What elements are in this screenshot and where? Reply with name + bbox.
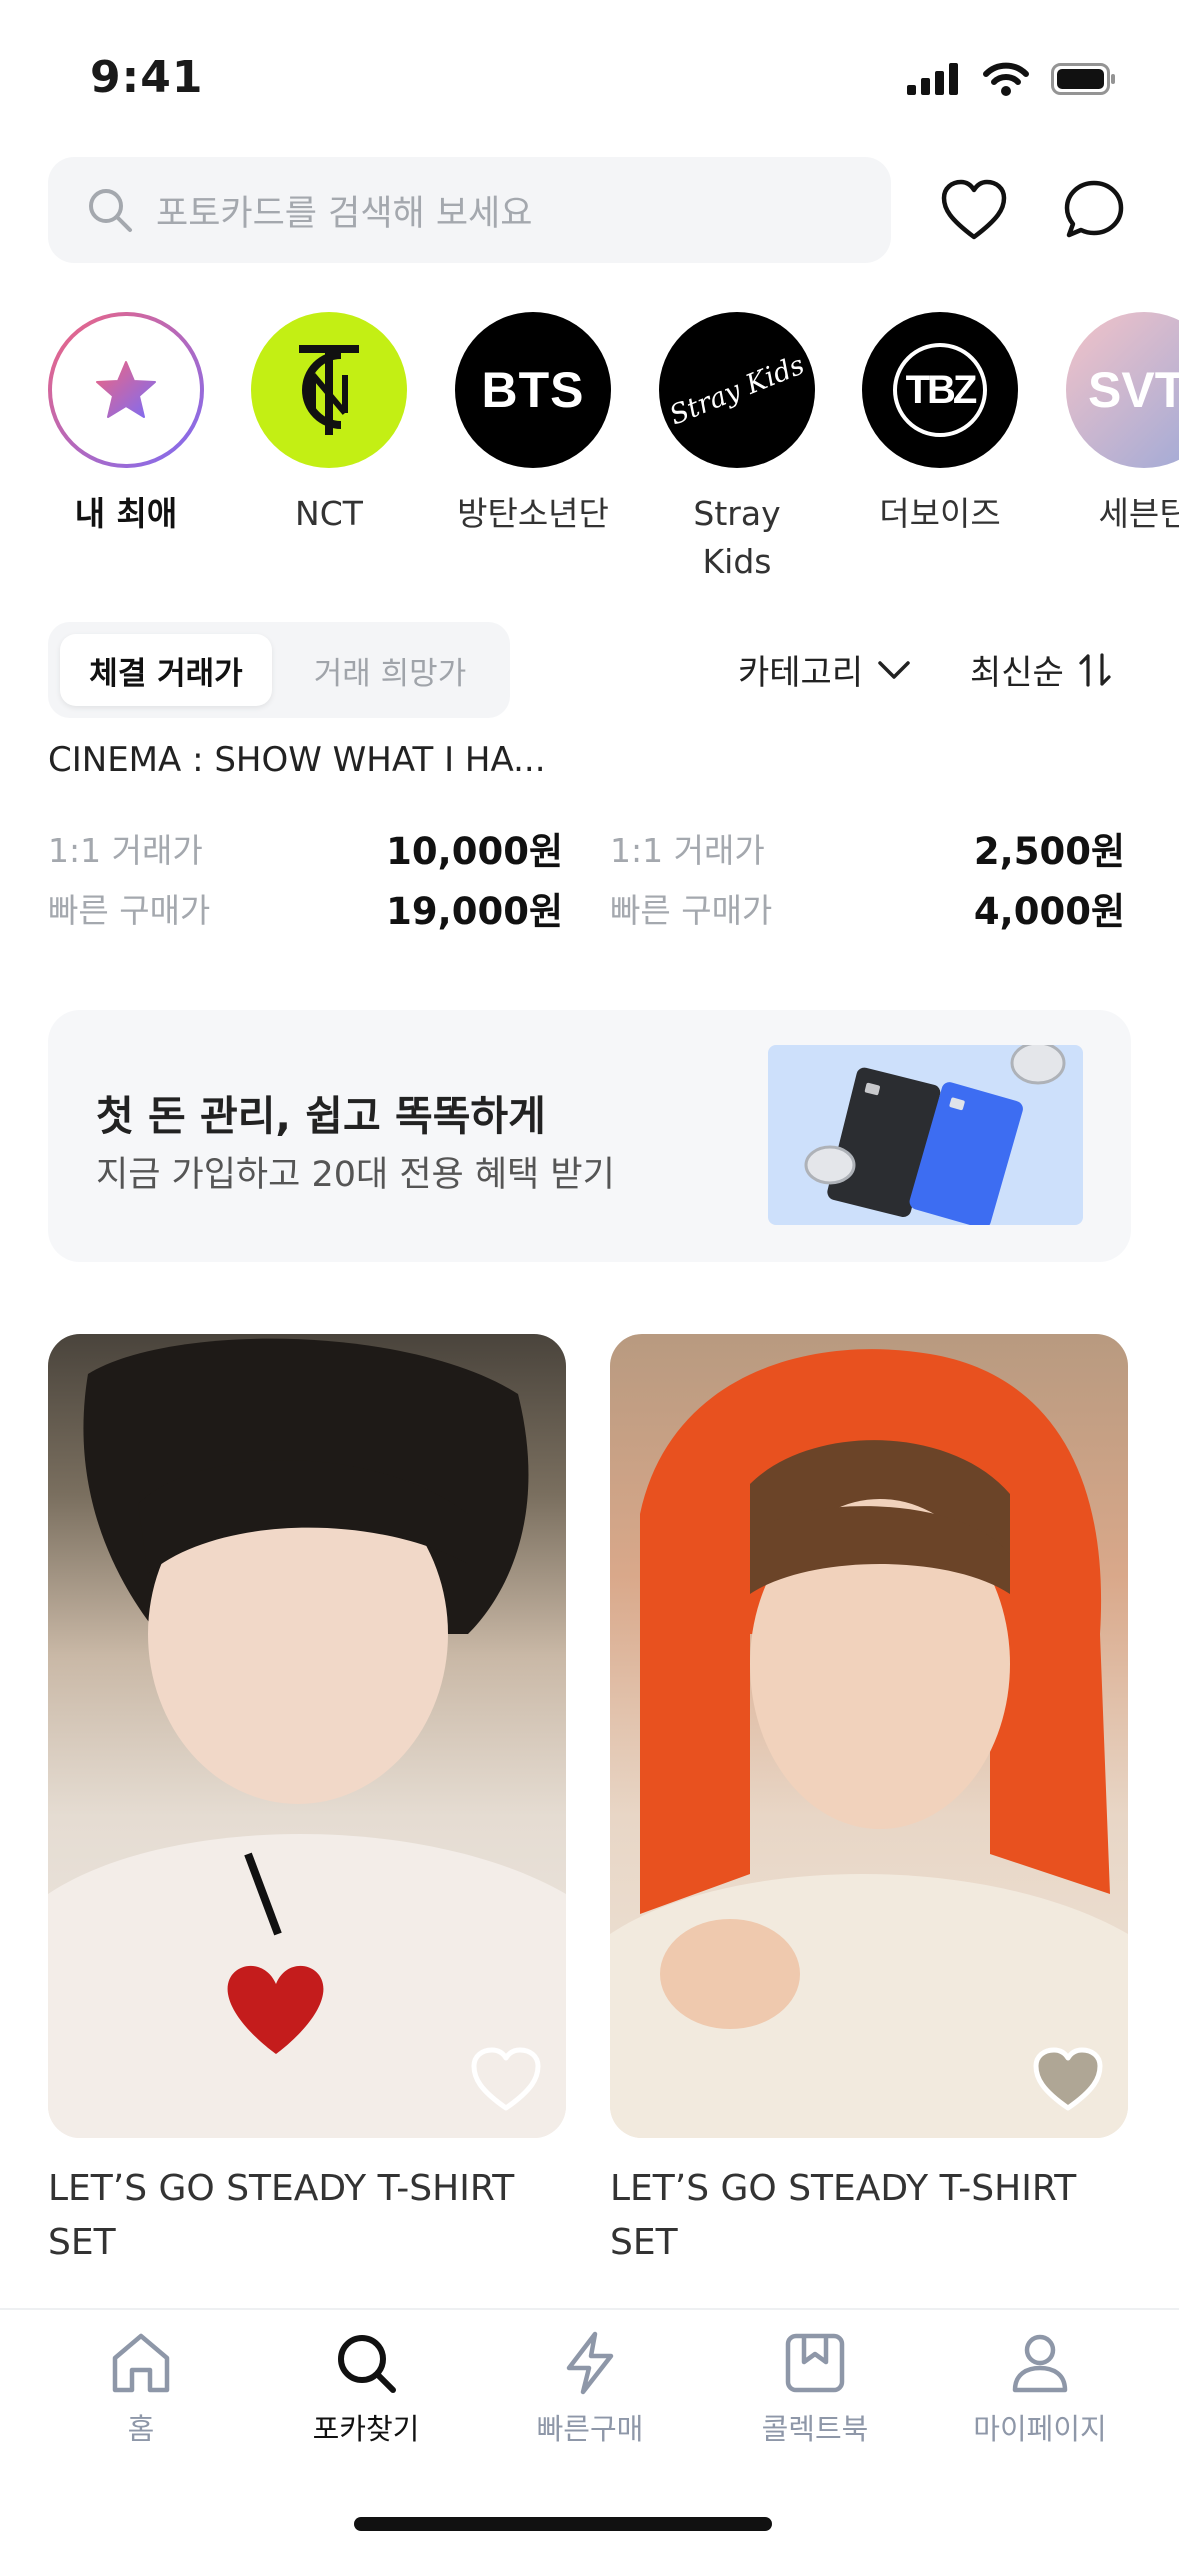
artist-name: Stray Kids — [693, 494, 781, 581]
tab-asking-price[interactable]: 거래 희망가 — [284, 634, 496, 706]
price-column: 1:1 거래가 10,000원 빠른 구매가 19,000원 — [48, 818, 563, 938]
star-icon — [96, 361, 156, 418]
bts-logo-text: BTS — [481, 362, 585, 418]
wifi-icon — [983, 62, 1029, 96]
sort-label: 최신순 — [970, 653, 1064, 693]
heart-icon — [941, 179, 1007, 240]
tab-label: 마이페이지 — [973, 2412, 1107, 2446]
the-boyz-logo: TBZ — [862, 312, 1018, 468]
artist-name: 더보이즈 — [879, 494, 1001, 533]
artist-item-seventeen[interactable]: SVT 세븐틴 — [1044, 312, 1179, 538]
lightning-icon — [566, 2331, 614, 2395]
seventeen-logo: SVT — [1066, 312, 1179, 468]
like-heart-icon[interactable] — [470, 2046, 542, 2112]
quick-buy-price-label: 빠른 구매가 — [48, 891, 211, 930]
battery-icon — [1051, 63, 1115, 95]
artist-item-bts[interactable]: BTS 방탄소년단 — [433, 312, 633, 538]
the-boyz-logo-text: TBZ — [905, 367, 978, 412]
banner-title: 첫 돈 관리, 쉽고 똑똑하게 — [96, 1092, 546, 1140]
artist-name: NCT — [295, 494, 363, 533]
artist-name: 내 최애 — [74, 494, 178, 533]
signal-icon — [907, 63, 958, 95]
status-time: 9:41 — [90, 52, 204, 103]
tab-my-page[interactable]: 마이페이지 — [940, 2330, 1140, 2448]
one-to-one-price-value: 2,500원 — [973, 830, 1125, 873]
product-photo — [610, 1334, 1128, 2138]
artist-avatar — [48, 312, 204, 468]
bookmark-book-icon — [785, 2333, 845, 2393]
price-type-toggle: 체결 거래가 거래 희망가 — [48, 622, 510, 718]
sort-dropdown[interactable]: 최신순 — [970, 645, 1112, 694]
nct-logo — [251, 312, 407, 468]
artist-name: 세븐틴 — [1098, 494, 1179, 533]
one-to-one-price-value: 10,000원 — [386, 830, 563, 873]
artist-item-the-boyz[interactable]: TBZ 더보이즈 — [840, 312, 1040, 538]
product-title: LET’S GO STEADY T-SHIRT SET — [48, 2168, 515, 2263]
tab-collect-book[interactable]: 콜렉트북 — [715, 2330, 915, 2448]
bts-logo: BTS — [455, 312, 611, 468]
status-icons — [907, 62, 1117, 96]
search-placeholder: 포토카드를 검색해 보세요 — [156, 193, 533, 234]
one-to-one-price-label: 1:1 거래가 — [610, 831, 765, 870]
banner-card-illustration — [768, 1045, 1083, 1225]
like-heart-icon[interactable] — [1032, 2046, 1104, 2112]
search-input[interactable]: 포토카드를 검색해 보세요 — [48, 157, 891, 263]
chevron-down-icon — [878, 660, 910, 679]
search-icon — [89, 189, 132, 232]
category-label: 카테고리 — [738, 653, 864, 693]
status-bar: 9:41 — [0, 0, 1179, 150]
listing-title[interactable]: CINEMA : SHOW WHAT I HA... — [48, 740, 546, 780]
quick-buy-price-label: 빠른 구매가 — [610, 891, 773, 930]
tab-label: 빠른구매 — [536, 2412, 644, 2446]
stray-kids-logo-text: Stray Kids — [665, 349, 809, 431]
chat-bubble-icon — [1064, 180, 1124, 238]
chat-button[interactable] — [1056, 172, 1132, 248]
search-icon — [338, 2335, 396, 2393]
promo-banner[interactable]: 첫 돈 관리, 쉽고 똑똑하게 지금 가입하고 20대 전용 혜택 받기 — [48, 1010, 1131, 1262]
tab-find-photocard[interactable]: 포카찾기 — [266, 2330, 466, 2448]
one-to-one-price-label: 1:1 거래가 — [48, 831, 203, 870]
price-column: 1:1 거래가 2,500원 빠른 구매가 4,000원 — [610, 818, 1125, 938]
category-dropdown[interactable]: 카테고리 — [738, 645, 911, 694]
product-title: LET’S GO STEADY T-SHIRT SET — [610, 2168, 1077, 2263]
user-icon — [1012, 2334, 1068, 2393]
artist-item-stray-kids[interactable]: Stray Kids Stray Kids — [637, 312, 837, 586]
artist-filter-row: 내 최애 NCT BTS 방탄소년단 Stray Kids Stray Kids — [0, 312, 1179, 592]
stray-kids-logo: Stray Kids — [659, 312, 815, 468]
tab-home[interactable]: 홈 — [41, 2330, 241, 2448]
home-indicator[interactable] — [354, 2517, 772, 2531]
tab-label: 포카찾기 — [312, 2412, 420, 2446]
product-card[interactable]: LET’S GO STEADY T-SHIRT SET — [48, 1334, 566, 2270]
home-icon — [112, 2333, 170, 2393]
quick-buy-price-value: 4,000원 — [973, 890, 1125, 933]
artist-name: 방탄소년단 — [457, 494, 609, 533]
tab-settled-price[interactable]: 체결 거래가 — [60, 634, 272, 706]
sort-arrows-icon — [1079, 652, 1111, 687]
tab-quick-buy[interactable]: 빠른구매 — [490, 2330, 690, 2448]
artist-item-nct[interactable]: NCT — [229, 312, 429, 538]
seventeen-logo-text: SVT — [1088, 362, 1179, 418]
product-photo — [48, 1334, 566, 2138]
banner-subtitle: 지금 가입하고 20대 전용 혜택 받기 — [96, 1155, 615, 1195]
wishlist-button[interactable] — [936, 172, 1012, 248]
tab-label: 콜렉트북 — [761, 2412, 869, 2446]
artist-item-my-favorite[interactable]: 내 최애 — [26, 312, 226, 538]
product-card[interactable]: LET’S GO STEADY T-SHIRT SET — [610, 1334, 1128, 2270]
quick-buy-price-value: 19,000원 — [386, 890, 563, 933]
tab-label: 홈 — [127, 2412, 155, 2446]
